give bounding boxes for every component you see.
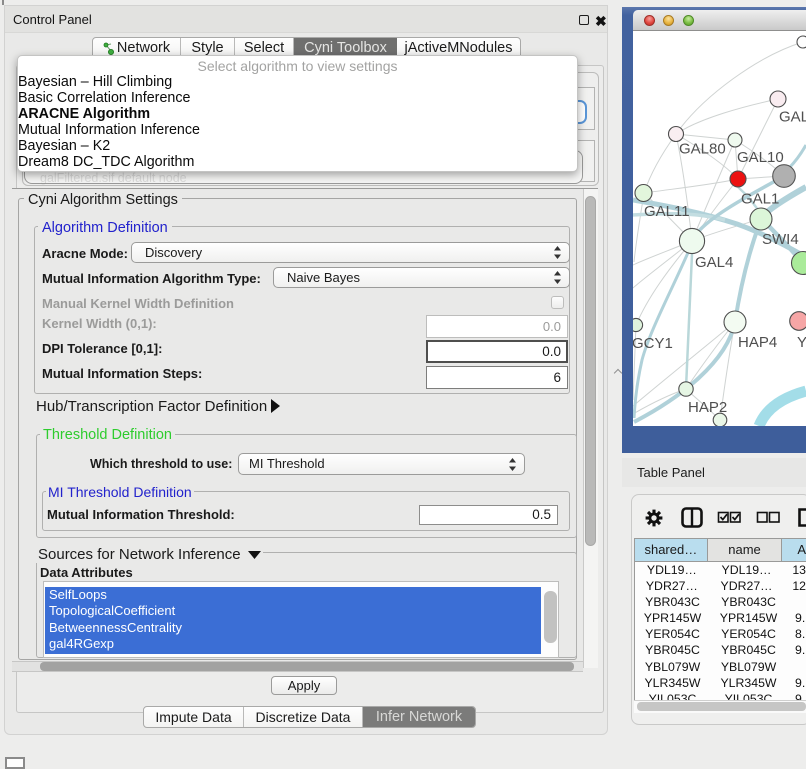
svg-text:GAL80: GAL80 <box>679 141 726 158</box>
svg-text:GAL4: GAL4 <box>695 254 733 271</box>
svg-text:GAL: GAL <box>779 109 806 126</box>
svg-text:GAL11: GAL11 <box>644 203 690 220</box>
svg-text:HAP4: HAP4 <box>738 334 777 351</box>
svg-text:SWI4: SWI4 <box>762 231 799 248</box>
svg-text:GAL1: GAL1 <box>741 191 779 208</box>
svg-text:HAP2: HAP2 <box>688 399 727 416</box>
svg-text:GAL10: GAL10 <box>737 149 784 166</box>
svg-text:Y: Y <box>797 334 806 351</box>
svg-text:GCY1: GCY1 <box>633 335 673 352</box>
